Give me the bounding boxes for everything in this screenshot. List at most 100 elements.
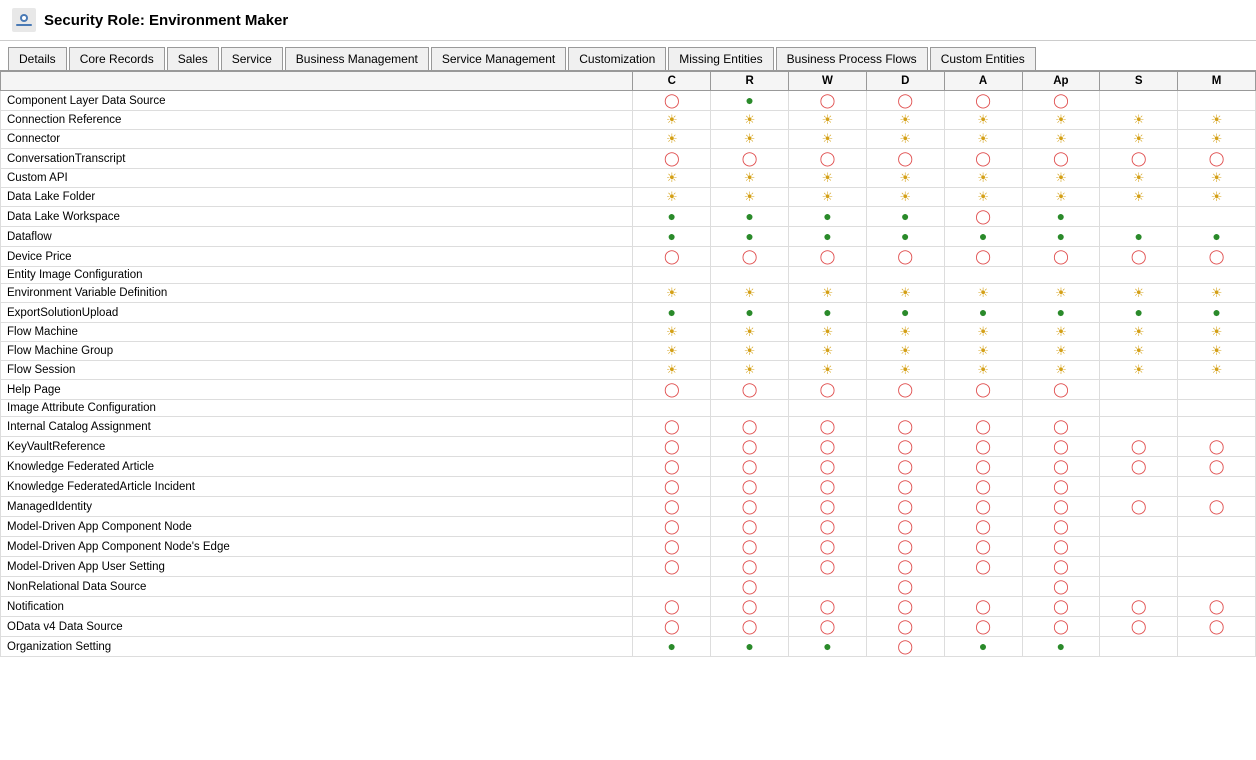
- permission-cell[interactable]: ●: [1022, 207, 1100, 227]
- permission-cell[interactable]: ☀: [633, 284, 711, 303]
- permission-cell[interactable]: [1178, 380, 1256, 400]
- permission-cell[interactable]: ◯: [1178, 617, 1256, 637]
- permission-cell[interactable]: ●: [633, 637, 711, 657]
- tab-details[interactable]: Details: [8, 47, 67, 70]
- permission-cell[interactable]: ●: [944, 637, 1022, 657]
- permission-cell[interactable]: ◯: [633, 437, 711, 457]
- permission-cell[interactable]: ◯: [944, 149, 1022, 169]
- permission-cell[interactable]: ◯: [866, 537, 944, 557]
- permission-cell[interactable]: ◯: [1022, 149, 1100, 169]
- permission-cell[interactable]: ☀: [789, 111, 867, 130]
- permission-cell[interactable]: [944, 267, 1022, 284]
- permission-cell[interactable]: ◯: [944, 517, 1022, 537]
- permission-cell[interactable]: [866, 400, 944, 417]
- permission-cell[interactable]: ☀: [866, 130, 944, 149]
- permission-cell[interactable]: ●: [866, 227, 944, 247]
- permission-cell[interactable]: ◯: [944, 91, 1022, 111]
- permission-cell[interactable]: [789, 577, 867, 597]
- permission-cell[interactable]: ☀: [789, 169, 867, 188]
- permission-cell[interactable]: ◯: [789, 247, 867, 267]
- permission-cell[interactable]: ◯: [633, 149, 711, 169]
- permission-cell[interactable]: [1100, 637, 1178, 657]
- permission-cell[interactable]: ●: [789, 227, 867, 247]
- permission-cell[interactable]: ●: [1022, 303, 1100, 323]
- permission-cell[interactable]: [1178, 637, 1256, 657]
- permission-cell[interactable]: ●: [711, 227, 789, 247]
- permission-cell[interactable]: ◯: [1178, 457, 1256, 477]
- permission-cell[interactable]: [1100, 267, 1178, 284]
- permission-cell[interactable]: ◯: [633, 597, 711, 617]
- permission-cell[interactable]: ☀: [633, 130, 711, 149]
- permission-cell[interactable]: ◯: [866, 380, 944, 400]
- permission-cell[interactable]: ☀: [1178, 111, 1256, 130]
- tab-core-records[interactable]: Core Records: [69, 47, 165, 70]
- permission-cell[interactable]: ◯: [866, 477, 944, 497]
- permission-cell[interactable]: ◯: [866, 457, 944, 477]
- permission-cell[interactable]: ☀: [789, 130, 867, 149]
- permission-cell[interactable]: [1100, 577, 1178, 597]
- permission-cell[interactable]: ☀: [633, 188, 711, 207]
- permission-cell[interactable]: ◯: [1178, 247, 1256, 267]
- permission-cell[interactable]: ◯: [789, 91, 867, 111]
- permission-cell[interactable]: ◯: [866, 637, 944, 657]
- permission-cell[interactable]: ◯: [866, 497, 944, 517]
- permission-cell[interactable]: ◯: [711, 577, 789, 597]
- permission-cell[interactable]: [944, 400, 1022, 417]
- permission-cell[interactable]: ◯: [711, 597, 789, 617]
- permission-cell[interactable]: ◯: [633, 380, 711, 400]
- permission-cell[interactable]: ☀: [1100, 323, 1178, 342]
- permission-cell[interactable]: ◯: [1022, 517, 1100, 537]
- permission-cell[interactable]: [866, 267, 944, 284]
- permission-cell[interactable]: ☀: [633, 323, 711, 342]
- permission-cell[interactable]: ☀: [789, 284, 867, 303]
- permission-cell[interactable]: ◯: [633, 517, 711, 537]
- permission-cell[interactable]: ●: [1100, 227, 1178, 247]
- permission-cell[interactable]: ◯: [944, 477, 1022, 497]
- permission-cell[interactable]: ◯: [944, 437, 1022, 457]
- permission-cell[interactable]: ☀: [1022, 169, 1100, 188]
- permission-cell[interactable]: ◯: [1100, 247, 1178, 267]
- permission-cell[interactable]: ◯: [944, 497, 1022, 517]
- permission-cell[interactable]: ☀: [1100, 361, 1178, 380]
- permission-cell[interactable]: ◯: [633, 247, 711, 267]
- permission-cell[interactable]: [1100, 517, 1178, 537]
- permission-cell[interactable]: ☀: [711, 188, 789, 207]
- permission-cell[interactable]: [1178, 207, 1256, 227]
- permission-cell[interactable]: ◯: [866, 517, 944, 537]
- permission-cell[interactable]: ◯: [789, 617, 867, 637]
- permission-cell[interactable]: ◯: [789, 457, 867, 477]
- permission-cell[interactable]: ◯: [633, 417, 711, 437]
- permission-cell[interactable]: ◯: [789, 537, 867, 557]
- permission-cell[interactable]: [944, 577, 1022, 597]
- permission-cell[interactable]: ◯: [1100, 149, 1178, 169]
- permission-cell[interactable]: ☀: [711, 284, 789, 303]
- permission-cell[interactable]: ◯: [711, 380, 789, 400]
- permission-cell[interactable]: ◯: [1022, 437, 1100, 457]
- permission-cell[interactable]: ◯: [1022, 417, 1100, 437]
- permission-cell[interactable]: ☀: [866, 284, 944, 303]
- permission-cell[interactable]: ◯: [711, 557, 789, 577]
- permission-cell[interactable]: [1178, 477, 1256, 497]
- permission-cell[interactable]: ☀: [1100, 111, 1178, 130]
- permission-cell[interactable]: ●: [944, 303, 1022, 323]
- permission-cell[interactable]: ◯: [866, 577, 944, 597]
- tab-sales[interactable]: Sales: [167, 47, 219, 70]
- permission-cell[interactable]: ●: [633, 207, 711, 227]
- permission-cell[interactable]: ◯: [1022, 497, 1100, 517]
- permission-cell[interactable]: ●: [1100, 303, 1178, 323]
- permission-cell[interactable]: ☀: [633, 111, 711, 130]
- permission-cell[interactable]: ☀: [633, 169, 711, 188]
- permission-cell[interactable]: ☀: [1178, 188, 1256, 207]
- permission-cell[interactable]: ●: [1178, 303, 1256, 323]
- permission-cell[interactable]: ☀: [1178, 130, 1256, 149]
- permission-cell[interactable]: ☀: [789, 342, 867, 361]
- permission-cell[interactable]: ☀: [1178, 342, 1256, 361]
- permission-cell[interactable]: ☀: [944, 111, 1022, 130]
- permission-cell[interactable]: [1178, 417, 1256, 437]
- permission-cell[interactable]: ◯: [789, 149, 867, 169]
- permission-cell[interactable]: ◯: [789, 597, 867, 617]
- permission-cell[interactable]: ◯: [711, 457, 789, 477]
- permission-cell[interactable]: ◯: [633, 617, 711, 637]
- permission-cell[interactable]: ☀: [866, 361, 944, 380]
- permission-cell[interactable]: ◯: [1022, 577, 1100, 597]
